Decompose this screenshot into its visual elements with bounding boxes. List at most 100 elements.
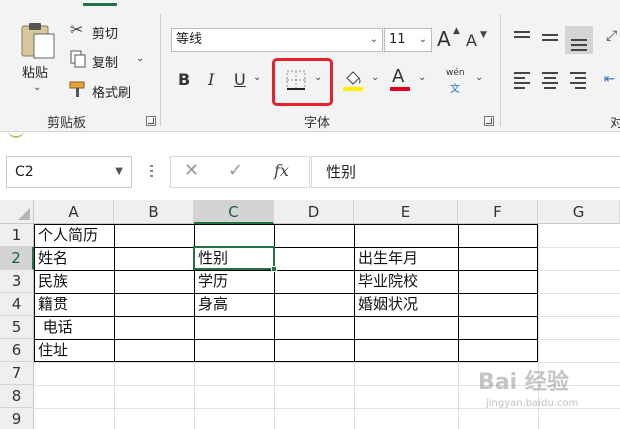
cell-border: [34, 293, 538, 294]
enter-icon[interactable]: ✓: [228, 160, 243, 181]
select-all-corner[interactable]: [0, 200, 34, 224]
cell-a1[interactable]: 个人简历: [35, 224, 98, 246]
row-header-6[interactable]: 6: [0, 339, 34, 362]
row-header-3[interactable]: 3: [0, 270, 34, 293]
gridline: [274, 362, 275, 429]
align-center-button[interactable]: [540, 70, 560, 90]
column-header-b[interactable]: B: [114, 200, 194, 224]
chevron-down-icon[interactable]: ▼: [115, 157, 123, 187]
increase-font-size-button[interactable]: A: [437, 27, 451, 51]
alignment-group-label: 对: [610, 116, 620, 131]
cell-a6[interactable]: 住址: [35, 339, 68, 361]
watermark-url: jingyan.baidu.com: [486, 398, 579, 409]
group-divider: [160, 14, 161, 126]
cell-a4[interactable]: 籍贯: [35, 293, 68, 315]
cell-c3[interactable]: 学历: [195, 270, 228, 292]
italic-button[interactable]: I: [208, 70, 214, 89]
active-tab-indicator: [83, 3, 117, 6]
cell-e4[interactable]: 婚姻状况: [355, 293, 418, 315]
row-header-7[interactable]: 7: [0, 362, 34, 385]
align-bottom-button[interactable]: [565, 26, 593, 54]
font-launcher-icon[interactable]: [484, 116, 494, 126]
font-name-value: 等线: [176, 32, 203, 47]
name-box[interactable]: C2 ▼: [6, 156, 132, 188]
column-header-g[interactable]: G: [538, 200, 620, 224]
decrease-indent-icon[interactable]: ⇤: [604, 72, 615, 87]
increase-font-size-icon: ▲: [453, 26, 460, 36]
scissors-icon[interactable]: ✂: [70, 20, 83, 39]
cell-a3[interactable]: 民族: [35, 270, 68, 292]
row-header-5[interactable]: 5: [0, 316, 34, 339]
underline-button[interactable]: U: [234, 70, 246, 89]
copy-icon[interactable]: [70, 50, 86, 68]
orientation-icon[interactable]: ⤢: [606, 28, 617, 44]
cell-border: [34, 361, 538, 362]
row-header-2[interactable]: 2: [0, 247, 34, 270]
cell-e3[interactable]: 毕业院校: [355, 270, 418, 292]
gridline: [194, 362, 195, 429]
column-header-a[interactable]: A: [34, 200, 114, 224]
cell-border: [34, 316, 538, 317]
insert-function-button[interactable]: fx: [274, 161, 289, 180]
gridline: [34, 362, 620, 363]
font-color-button[interactable]: A: [392, 66, 404, 87]
ribbon: 粘贴 ⌄ ✂ 剪切 复制 ⌄ 格式刷 剪贴板 等线 ⌄ 11 ⌄ A ▲ A ▼…: [0, 0, 620, 132]
name-box-value: C2: [15, 164, 34, 180]
row-header-8[interactable]: 8: [0, 385, 34, 408]
gridline: [538, 270, 620, 271]
gridline: [458, 362, 459, 429]
decrease-font-size-button[interactable]: A: [466, 31, 477, 50]
paste-icon[interactable]: [18, 20, 58, 60]
phonetic-guide-top[interactable]: wén: [446, 68, 465, 78]
cancel-icon[interactable]: ✕: [184, 160, 199, 181]
column-header-f[interactable]: F: [458, 200, 538, 224]
clipboard-launcher-icon[interactable]: [146, 116, 156, 126]
active-cell-outline: [193, 246, 275, 270]
phonetic-guide-bottom: 文: [450, 84, 460, 95]
chevron-down-icon: ⌄: [418, 34, 427, 45]
cut-button[interactable]: 剪切: [92, 23, 118, 42]
align-middle-button[interactable]: [540, 28, 560, 48]
copy-dropdown-icon[interactable]: ⌄: [136, 53, 144, 64]
row-header-1[interactable]: 1: [0, 224, 34, 247]
font-size-combo[interactable]: 11 ⌄: [384, 28, 432, 52]
fill-color-dropdown-icon[interactable]: ⌄: [371, 72, 379, 83]
format-painter-button[interactable]: 格式刷: [92, 82, 131, 101]
clipboard-group-label: 剪贴板: [47, 116, 87, 131]
column-header-e[interactable]: E: [354, 200, 458, 224]
font-name-combo[interactable]: 等线 ⌄: [171, 28, 383, 52]
gridline: [114, 362, 115, 429]
cell-e2[interactable]: 出生年月: [355, 247, 418, 269]
font-group-label: 字体: [304, 116, 331, 131]
cell-a2[interactable]: 姓名: [35, 247, 68, 269]
underline-dropdown-icon[interactable]: ⌄: [253, 72, 261, 83]
row-header-9[interactable]: 9: [0, 408, 34, 429]
copy-button[interactable]: 复制: [92, 52, 118, 71]
cell-border: [274, 224, 275, 362]
paste-button[interactable]: 粘贴: [22, 62, 48, 81]
formula-input[interactable]: 性别: [311, 156, 620, 188]
fill-handle[interactable]: [271, 266, 277, 272]
formula-input-value: 性别: [326, 163, 357, 181]
phonetic-guide-dropdown-icon[interactable]: ⌄: [475, 72, 483, 83]
cell-a5[interactable]: 电话: [35, 316, 73, 338]
column-header-c[interactable]: C: [194, 200, 274, 224]
chevron-down-icon: ⌄: [369, 34, 378, 45]
formula-bar-splitter[interactable]: [150, 165, 153, 179]
cell-border: [34, 247, 538, 248]
font-color-dropdown-icon[interactable]: ⌄: [418, 72, 426, 83]
align-left-button[interactable]: [512, 70, 532, 90]
fill-color-icon[interactable]: [343, 68, 363, 92]
align-top-button[interactable]: [512, 28, 532, 48]
row-header-4[interactable]: 4: [0, 293, 34, 316]
cell-c4[interactable]: 身高: [195, 293, 228, 315]
paste-dropdown-icon[interactable]: ⌄: [33, 82, 41, 93]
font-color-bar: [390, 87, 410, 91]
align-right-button[interactable]: [568, 70, 588, 90]
cell-border: [34, 339, 538, 340]
column-header-d[interactable]: D: [274, 200, 354, 224]
gridline: [538, 316, 620, 317]
bold-button[interactable]: B: [178, 70, 190, 89]
watermark-text: Bai 经验: [478, 370, 569, 395]
format-painter-icon[interactable]: [68, 80, 88, 98]
